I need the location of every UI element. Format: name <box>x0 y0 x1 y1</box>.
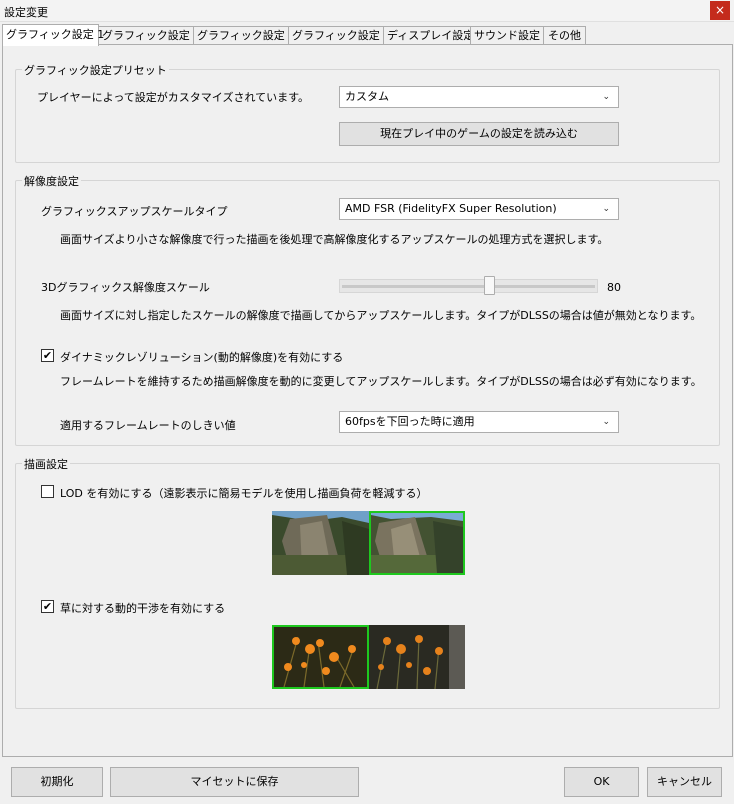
resolution-scale-value: 80 <box>607 281 621 294</box>
resolution-scale-thumb[interactable] <box>484 276 495 295</box>
preset-combo[interactable]: カスタム ⌄ <box>339 86 619 108</box>
upscale-type-value: AMD FSR (FidelityFX Super Resolution) <box>345 202 557 215</box>
dynamic-resolution-description: フレームレートを維持するため描画解像度を動的に変更してアップスケールします。タイ… <box>60 375 702 388</box>
reset-button[interactable]: 初期化 <box>11 767 103 797</box>
ok-button[interactable]: OK <box>564 767 639 797</box>
load-current-settings-button[interactable]: 現在プレイ中のゲームの設定を読み込む <box>339 122 619 146</box>
save-myset-button[interactable]: マイセットに保存 <box>110 767 359 797</box>
upscale-type-combo[interactable]: AMD FSR (FidelityFX Super Resolution) ⌄ <box>339 198 619 220</box>
slider-rail <box>342 285 595 288</box>
grass-interaction-checkbox[interactable]: ✔ <box>41 600 54 613</box>
dynamic-resolution-checkbox[interactable]: ✔ <box>41 349 54 362</box>
title-bar: 設定変更 × <box>0 0 734 22</box>
lod-on-preview-image[interactable] <box>369 511 465 575</box>
framerate-threshold-combo[interactable]: 60fpsを下回った時に適用 ⌄ <box>339 411 619 433</box>
tab-graphics-2[interactable]: グラフィック設定 2 <box>98 26 200 45</box>
tab-display[interactable]: ディスプレイ設定 <box>383 26 474 45</box>
lod-checkbox[interactable] <box>41 485 54 498</box>
tab-graphics-4[interactable]: グラフィック設定 4 <box>288 26 390 45</box>
resolution-group-title: 解像度設定 <box>22 173 81 189</box>
resolution-group: 解像度設定 グラフィックスアップスケールタイプ AMD FSR (Fidelit… <box>15 173 720 446</box>
window-title: 設定変更 <box>4 6 48 19</box>
resolution-scale-label: 3Dグラフィックス解像度スケール <box>41 281 210 294</box>
tab-other[interactable]: その他 <box>543 26 586 45</box>
tab-graphics-1[interactable]: グラフィック設定 1 <box>2 24 104 46</box>
tab-graphics-3[interactable]: グラフィック設定 3 <box>193 26 295 45</box>
upscale-type-description: 画面サイズより小さな解像度で行った描画を後処理で高解像度化するアップスケールの処… <box>60 233 609 246</box>
preset-status-label: プレイヤーによって設定がカスタマイズされています。 <box>37 91 310 104</box>
lod-label[interactable]: LOD を有効にする（遠影表示に簡易モデルを使用し描画負荷を軽減する） <box>60 485 427 501</box>
cancel-button[interactable]: キャンセル <box>647 767 722 797</box>
framerate-threshold-value: 60fpsを下回った時に適用 <box>345 415 475 428</box>
tab-panel: グラフィック設定プリセット プレイヤーによって設定がカスタマイズされています。 … <box>2 44 733 757</box>
preset-group: グラフィック設定プリセット プレイヤーによって設定がカスタマイズされています。 … <box>15 62 720 163</box>
grass-interaction-label[interactable]: 草に対する動的干渉を有効にする <box>60 600 225 616</box>
tab-sound[interactable]: サウンド設定 <box>470 26 544 45</box>
lod-off-preview-image[interactable] <box>272 511 369 575</box>
resolution-scale-slider[interactable] <box>339 279 598 293</box>
footer-bar: 初期化 マイセットに保存 OK キャンセル <box>0 758 734 804</box>
drawing-group: 描画設定 LOD を有効にする（遠影表示に簡易モデルを使用し描画負荷を軽減する） <box>15 456 720 709</box>
preset-group-title: グラフィック設定プリセット <box>22 62 169 78</box>
chevron-down-icon: ⌄ <box>602 92 610 102</box>
upscale-type-label: グラフィックスアップスケールタイプ <box>41 205 228 218</box>
grass-on-preview-image[interactable] <box>272 625 369 689</box>
dynamic-resolution-label[interactable]: ダイナミックレゾリューション(動的解像度)を有効にする <box>60 349 343 365</box>
chevron-down-icon: ⌄ <box>602 204 610 214</box>
resolution-scale-description: 画面サイズに対し指定したスケールの解像度で描画してからアップスケールします。タイ… <box>60 309 702 322</box>
drawing-group-title: 描画設定 <box>22 456 70 472</box>
chevron-down-icon: ⌄ <box>602 417 610 427</box>
grass-off-preview-image[interactable] <box>369 625 465 689</box>
framerate-threshold-label: 適用するフレームレートのしきい値 <box>60 419 236 432</box>
close-button[interactable]: × <box>710 1 730 20</box>
preset-combo-value: カスタム <box>345 90 389 103</box>
